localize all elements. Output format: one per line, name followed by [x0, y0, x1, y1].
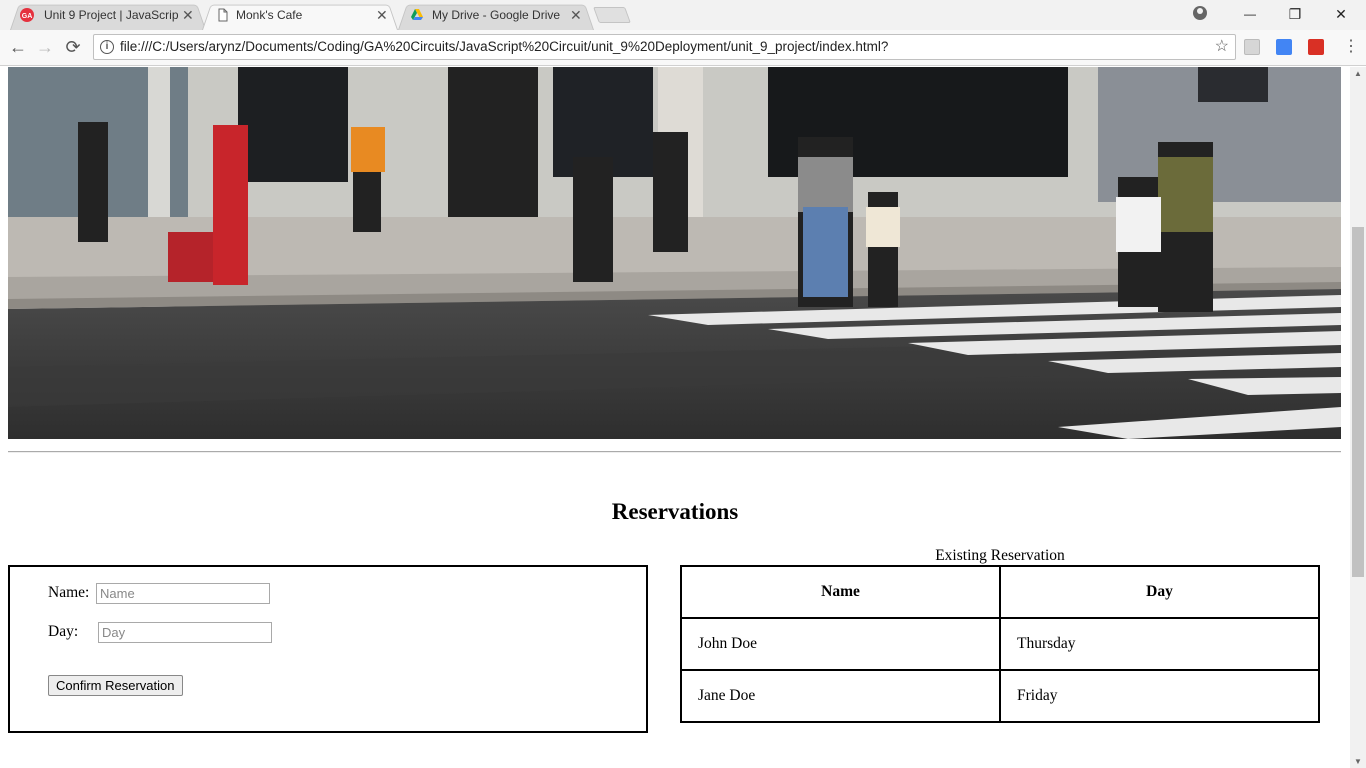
document-icon [218, 8, 228, 22]
pdf-extension-icon[interactable] [1244, 39, 1260, 55]
reservation-day-cell: Thursday [999, 617, 1320, 671]
window-close-button[interactable]: ✕ [1318, 0, 1364, 28]
reservation-name-cell: Jane Doe [680, 669, 1001, 723]
google-translate-icon[interactable] [1276, 39, 1292, 55]
minimize-button[interactable]: — [1227, 0, 1273, 28]
tab-title: Monk's Cafe [236, 8, 303, 22]
reservations-heading: Reservations [611, 499, 739, 524]
column-header-day: Day [999, 565, 1320, 619]
reservation-day-cell: Friday [999, 669, 1320, 723]
page-viewport: Reservations Name: Day: Confirm Reservat… [0, 67, 1350, 768]
tab-title: My Drive - Google Drive [432, 8, 561, 22]
page-scrollbar[interactable]: ▲ ▼ [1350, 67, 1366, 768]
tab-strip: GA Unit 9 Project | JavaScrip ✕ Monk's C… [0, 0, 1366, 30]
column-header-name: Name [680, 565, 1001, 619]
reservations-table: Name Day John Doe Thursday Jane Doe Frid… [680, 565, 1320, 723]
tab-unit9-project[interactable]: GA Unit 9 Project | JavaScrip ✕ [10, 2, 206, 30]
confirm-reservation-button[interactable]: Confirm Reservation [48, 675, 183, 696]
reservation-form: Name: Day: Confirm Reservation [8, 565, 648, 733]
svg-text:GA: GA [22, 13, 33, 20]
url-text[interactable]: file:///C:/Users/arynz/Documents/Coding/… [120, 35, 888, 59]
name-label: Name: [48, 584, 90, 601]
bookmark-extension-icon[interactable] [1308, 39, 1324, 55]
tab-title: Unit 9 Project | JavaScrip [44, 8, 179, 22]
restore-button[interactable]: ❐ [1272, 0, 1318, 28]
scrollbar-thumb[interactable] [1352, 227, 1364, 577]
name-row: Name: [48, 584, 89, 602]
new-tab-button[interactable] [593, 7, 631, 23]
name-input[interactable] [96, 583, 270, 604]
scroll-down-arrow-icon[interactable]: ▼ [1354, 757, 1362, 766]
close-icon[interactable]: ✕ [570, 2, 582, 28]
close-icon[interactable]: ✕ [182, 2, 194, 28]
forward-button[interactable]: → [35, 37, 55, 57]
table-row: Jane Doe Friday [680, 669, 1320, 723]
ga-logo-icon: GA [20, 8, 34, 22]
day-row: Day: [48, 623, 78, 641]
table-caption: Existing Reservation [935, 547, 1065, 564]
reservation-name-cell: John Doe [680, 617, 1001, 671]
back-button[interactable]: ← [8, 37, 28, 57]
scroll-up-arrow-icon[interactable]: ▲ [1354, 69, 1362, 78]
street-scene-image [8, 67, 1341, 439]
day-input[interactable] [98, 622, 272, 643]
table-header-row: Name Day [680, 565, 1320, 619]
bookmark-star-icon[interactable]: ☆ [1215, 35, 1229, 59]
reload-button[interactable]: ⟳ [63, 37, 83, 57]
horizontal-rule [8, 451, 1341, 453]
street-scene-photo [8, 67, 1341, 439]
day-label: Day: [48, 623, 79, 640]
profile-icon[interactable] [1193, 6, 1207, 20]
address-bar[interactable]: i file:///C:/Users/arynz/Documents/Codin… [93, 34, 1236, 60]
chrome-menu-icon[interactable]: ⋮ [1343, 37, 1359, 57]
tab-google-drive[interactable]: My Drive - Google Drive ✕ [398, 2, 594, 30]
info-icon[interactable]: i [100, 40, 114, 54]
table-row: John Doe Thursday [680, 617, 1320, 671]
google-drive-icon [411, 9, 423, 20]
tab-monks-cafe[interactable]: Monk's Cafe ✕ [202, 2, 398, 30]
browser-toolbar: ← → ⟳ i file:///C:/Users/arynz/Documents… [0, 30, 1366, 66]
close-icon[interactable]: ✕ [376, 2, 388, 28]
